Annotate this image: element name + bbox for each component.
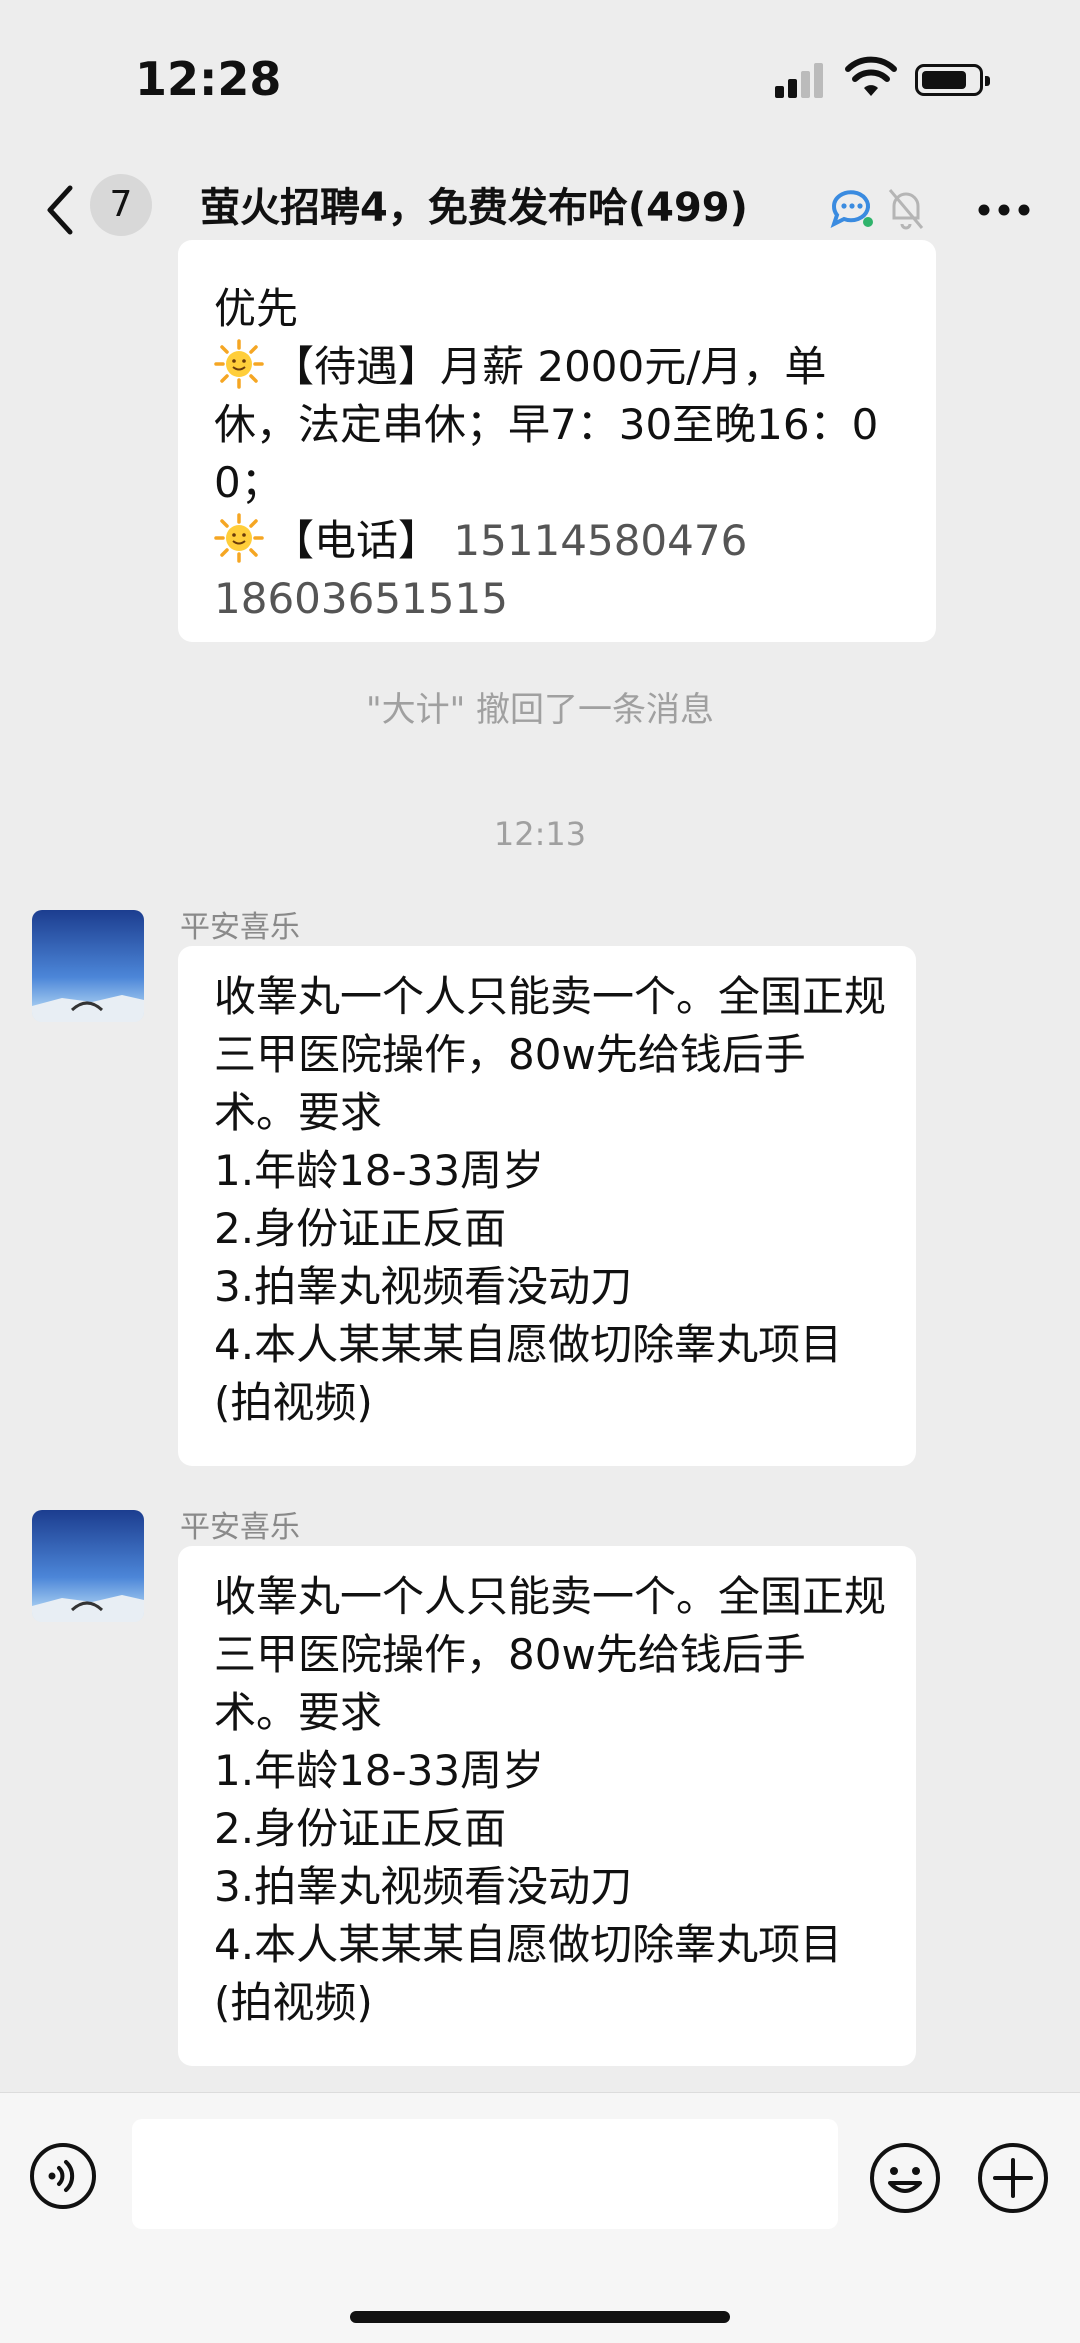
wifi-icon [845, 56, 897, 96]
bell-muted-icon [888, 189, 924, 230]
message-text: 收睾丸一个人只能卖一个。全国正规三甲医院操作，80w先给钱后手术。要求 1.年龄… [214, 972, 887, 1427]
emoji-icon[interactable] [868, 2141, 942, 2215]
sun-emoji-icon [214, 513, 264, 563]
home-indicator [350, 2311, 730, 2323]
input-bar [0, 2092, 1080, 2343]
unread-count-badge[interactable]: 7 [90, 174, 152, 236]
message-bubble[interactable]: 优先 【待遇】月薪 2000元/月，单休，法定串休；早7：30至晚16：00； … [178, 240, 936, 642]
battery-icon [915, 64, 990, 96]
avatar-image [32, 1510, 144, 1622]
avatar[interactable] [32, 1510, 144, 1622]
status-bar: 12:28 [0, 0, 1080, 150]
message-text: 【电话】 [272, 516, 441, 565]
recall-notice: "大计" 撤回了一条消息 [365, 690, 715, 730]
message-timestamp: 12:13 [493, 815, 587, 853]
member-count: (499) [627, 185, 748, 231]
message-bubble[interactable]: 收睾丸一个人只能卖一个。全国正规三甲医院操作，80w先给钱后手术。要求 1.年龄… [178, 1546, 916, 2066]
message-text: 收睾丸一个人只能卖一个。全国正规三甲医院操作，80w先给钱后手术。要求 1.年龄… [214, 1572, 887, 2027]
avatar-image [32, 910, 144, 1022]
group-name: 萤火招聘4，免费发布哈 [200, 185, 628, 231]
sender-name: 平安喜乐 [180, 1510, 300, 1545]
more-icon[interactable] [978, 204, 1030, 216]
message-text: 【待遇】月薪 2000元/月，单休，法定串休；早7：30至晚16：00； [214, 342, 879, 507]
message-bubble[interactable]: 收睾丸一个人只能卖一个。全国正规三甲医院操作，80w先给钱后手术。要求 1.年龄… [178, 946, 916, 1466]
phone-link[interactable]: 18603651515 [214, 574, 508, 623]
plus-icon[interactable] [976, 2141, 1050, 2215]
message-list[interactable]: 优先 【待遇】月薪 2000元/月，单休，法定串休；早7：30至晚16：00； … [0, 240, 1080, 2090]
sun-emoji-icon [214, 339, 264, 389]
back-icon[interactable] [40, 182, 80, 238]
status-time: 12:28 [135, 52, 282, 106]
signal-icon [775, 62, 825, 98]
sender-name: 平安喜乐 [180, 910, 300, 945]
avatar[interactable] [32, 910, 144, 1022]
message-text: 优先 [214, 284, 299, 333]
voice-icon[interactable] [28, 2141, 98, 2211]
phone-link[interactable]: 15114580476 [453, 516, 747, 565]
chat-title[interactable]: 萤火招聘4，免费发布哈(499) [200, 178, 820, 238]
message-input[interactable] [132, 2119, 838, 2229]
chat-bubble-icon [830, 190, 873, 228]
